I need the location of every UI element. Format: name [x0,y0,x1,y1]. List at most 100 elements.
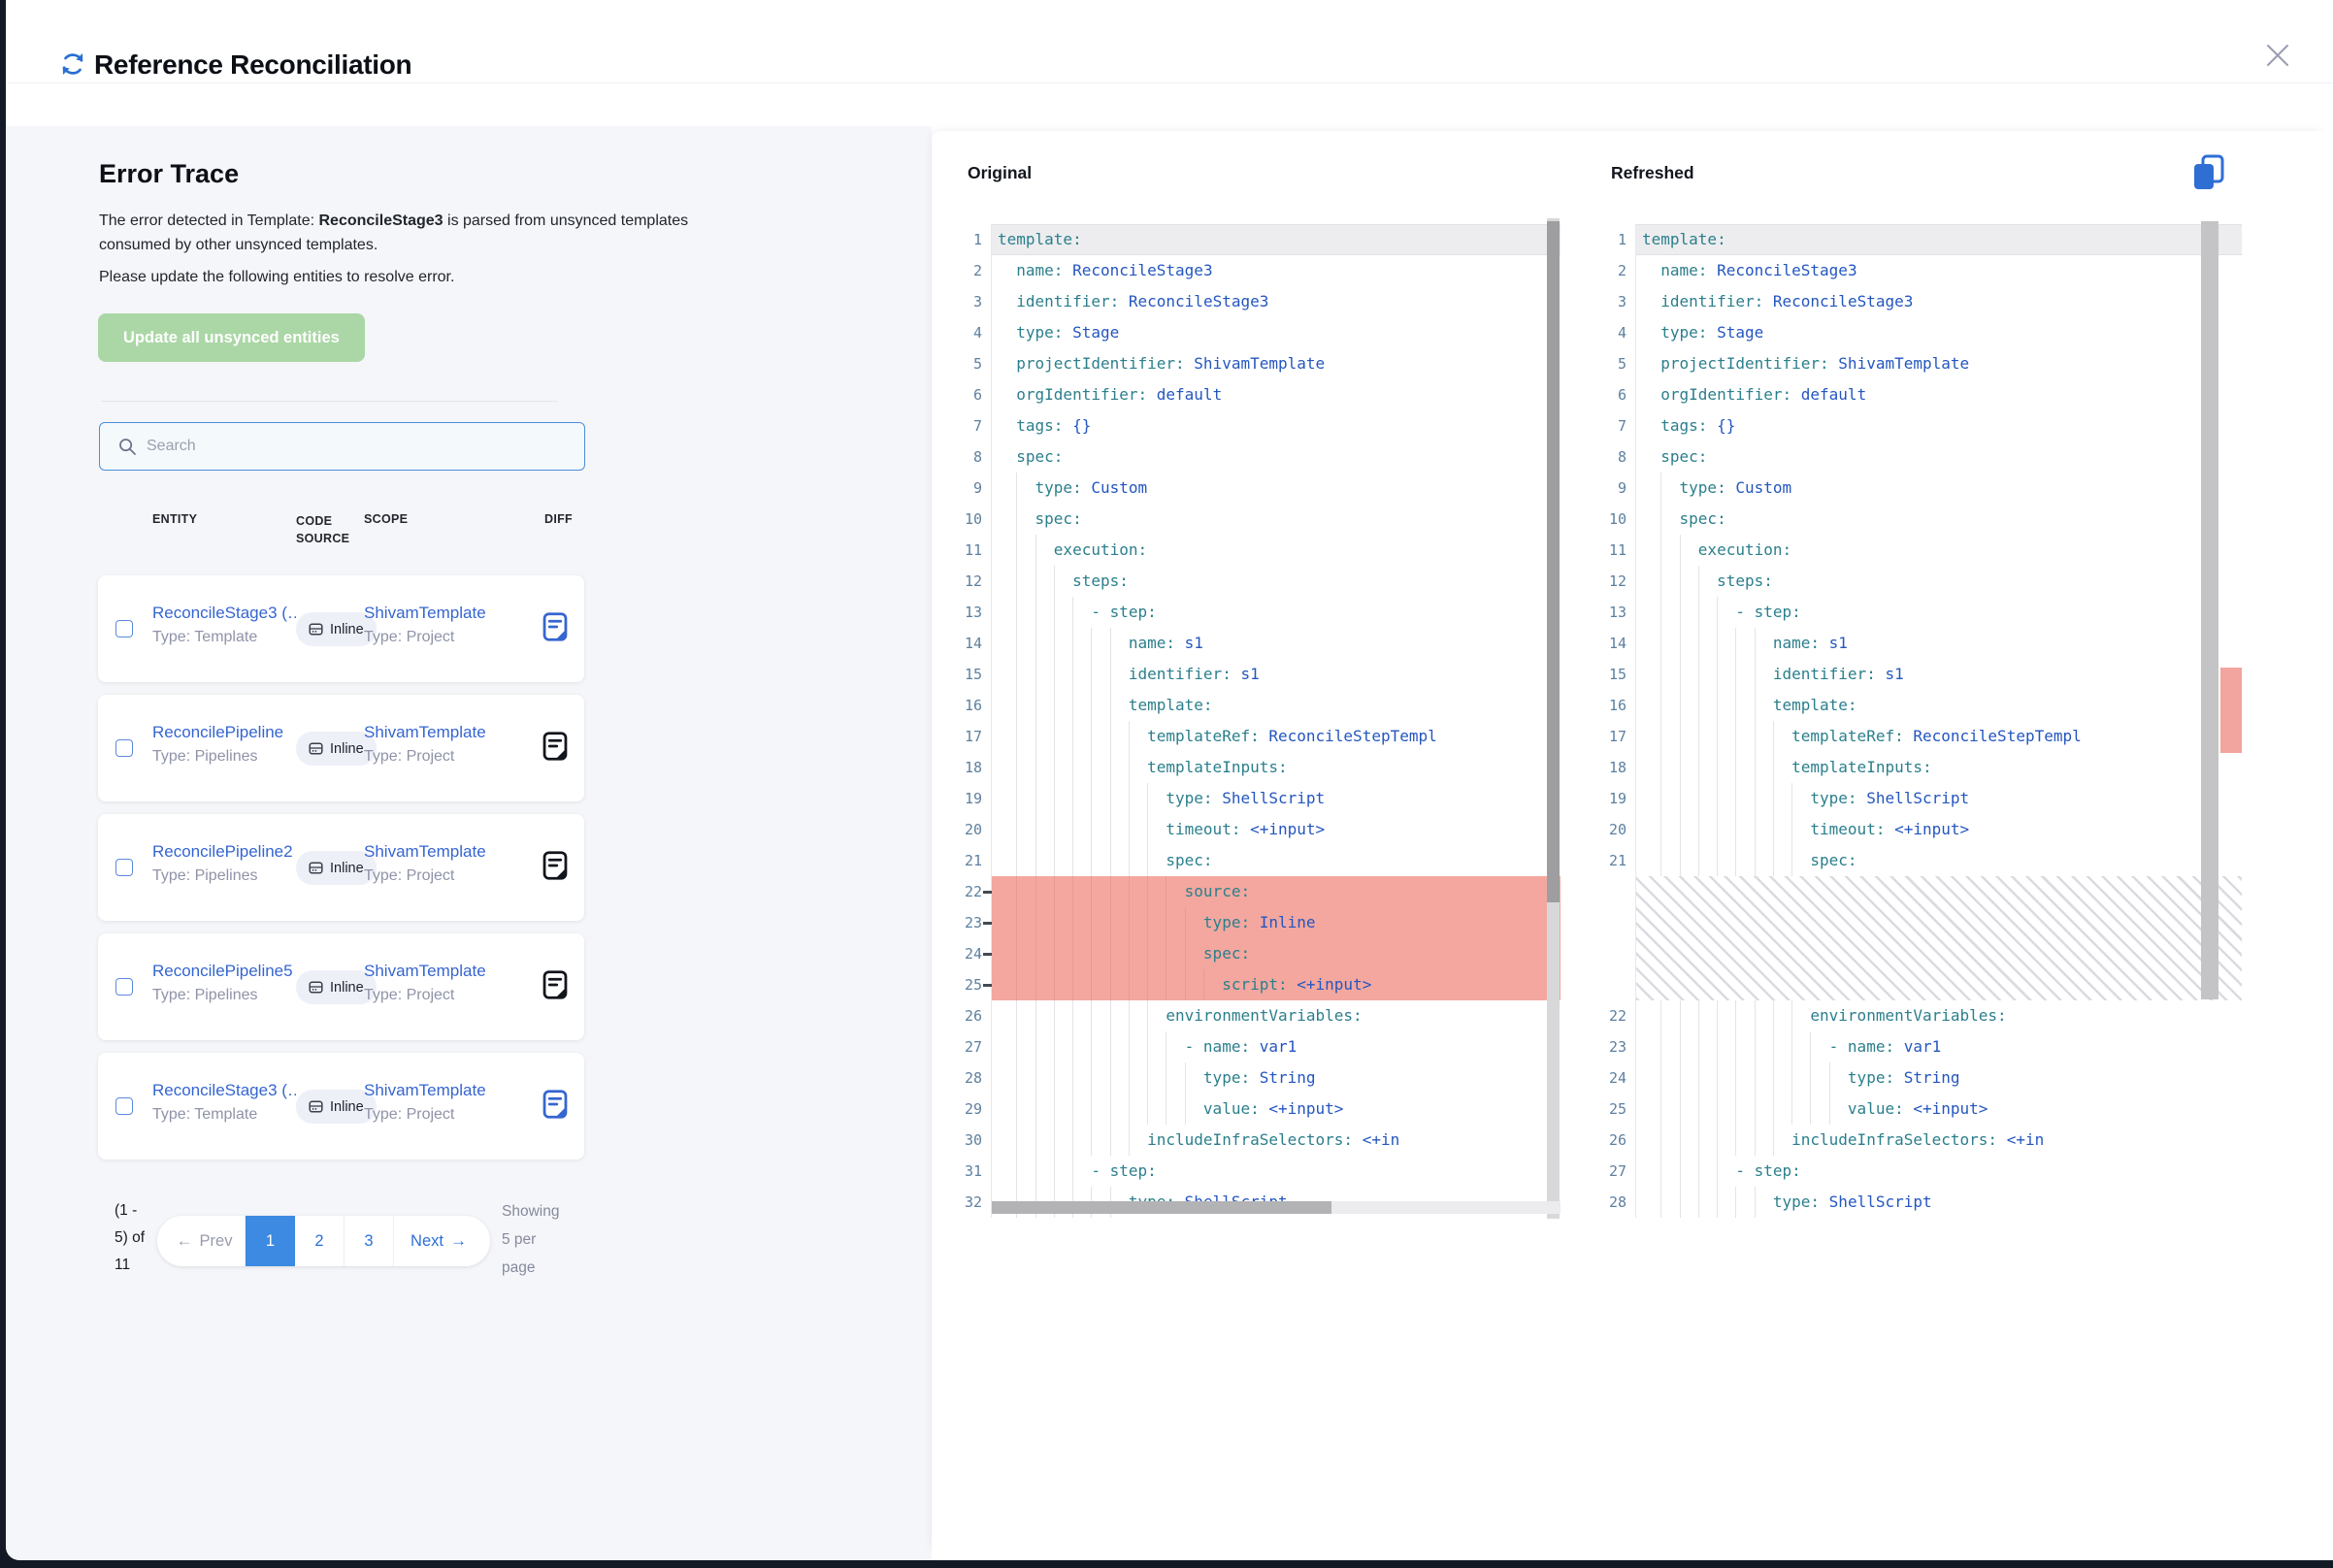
yaml-value: <+input> [1913,1099,1988,1118]
indent-guide [1147,814,1148,845]
diff-icon-button[interactable] [542,612,568,641]
code-text: execution: [992,535,1561,566]
line-number: 21 [1603,845,1636,876]
scope-name-link[interactable]: ShivamTemplate [364,842,529,862]
indent-guide [1016,504,1017,535]
table-row: ReconcileStage3 (…Type: TemplateInlineSh… [98,1053,584,1160]
search-input[interactable] [145,425,572,468]
row-checkbox[interactable] [115,1097,133,1115]
indent-guide [1054,814,1055,845]
indent-guide [1680,1031,1681,1062]
yaml-value: var1 [1904,1037,1942,1056]
diff-icon-button[interactable] [542,851,568,880]
refreshed-code-line: 12steps: [1603,566,2242,597]
indent-guide [1717,1094,1718,1125]
yaml-key: name: [1016,261,1063,279]
line-number: 10 [959,504,992,535]
refreshed-vertical-scrollbar-thumb[interactable] [2201,221,2218,999]
indent-guide [1698,566,1699,597]
indent-guide [1755,1031,1756,1062]
indent-guide [1035,845,1036,876]
indent-guide [1773,1062,1774,1094]
original-code-line: 7tags: {} [959,410,1561,441]
code-source-label: Inline [330,861,364,876]
line-number: 7 [959,410,992,441]
line-number: 8 [959,441,992,473]
indent-guide [1185,1062,1186,1094]
yaml-key: template: [1642,230,1726,248]
indent-guide [1755,1187,1756,1218]
entity-name-link[interactable]: ReconcileStage3 (… [152,604,296,623]
yaml-value: default [1157,385,1222,404]
copy-icon[interactable] [2191,153,2226,192]
indent-guide [1680,1187,1681,1218]
original-horizontal-scrollbar-thumb[interactable] [992,1201,1331,1214]
original-vertical-scrollbar-thumb[interactable] [1547,221,1560,902]
close-icon[interactable] [2261,39,2294,72]
row-checkbox[interactable] [115,978,133,996]
row-checkbox[interactable] [115,859,133,876]
prev-page-button[interactable]: ←Prev [157,1216,246,1266]
row-checkbox[interactable] [115,620,133,637]
indent-guide [1147,1031,1148,1062]
indent-guide [1698,1062,1699,1094]
indent-guide [1660,504,1661,535]
diff-icon-button[interactable] [542,732,568,761]
line-number: 15 [959,659,992,690]
scope-name-link[interactable]: ShivamTemplate [364,723,529,742]
indent-guide [1091,1062,1092,1094]
yaml-value: Stage [1072,323,1119,342]
indent-guide [1185,969,1186,1000]
code-text: includeInfraSelectors: <+in [992,1125,1561,1156]
entity-cell: ReconcilePipeline2Type: Pipelines [152,842,296,885]
indent-guide [1016,969,1017,1000]
code-text: projectIdentifier: ShivamTemplate [1636,348,2242,379]
refreshed-code-line: 22environmentVariables: [1603,1000,2242,1031]
indent-guide [1698,597,1699,628]
indent-guide [1016,1125,1017,1156]
page-button-2[interactable]: 2 [295,1216,345,1266]
indent-guide [1110,969,1111,1000]
line-number: 11 [959,535,992,566]
scope-name-link[interactable]: ShivamTemplate [364,962,529,981]
inline-source-icon [309,741,323,756]
next-page-button[interactable]: Next→ [394,1216,490,1266]
indent-guide [1147,783,1148,814]
entity-name-link[interactable]: ReconcileStage3 (… [152,1081,296,1100]
line-number: 12 [959,566,992,597]
per-page-line: Showing [502,1197,572,1225]
entity-name-link[interactable]: ReconcilePipeline2 [152,842,296,862]
indent-guide [1110,690,1111,721]
yaml-value: Inline [1260,913,1316,931]
indent-guide [1129,1094,1130,1125]
refreshed-collapsed-gap-row [1603,876,2242,1000]
entity-name-link[interactable]: ReconcilePipeline5 [152,962,296,981]
refreshed-code-line: 15identifier: s1 [1603,659,2242,690]
yaml-value: String [1904,1068,1960,1087]
update-all-unsynced-entities-button[interactable]: Update all unsynced entities [98,313,365,362]
line-number: 16 [1603,690,1636,721]
search-icon [117,437,137,456]
page-button-1[interactable]: 1 [246,1216,295,1266]
entity-name-link[interactable]: ReconcilePipeline [152,723,296,742]
indent-guide [1660,752,1661,783]
diff-icon-button[interactable] [542,970,568,999]
diff-icon-button[interactable] [542,1090,568,1119]
indent-guide [1660,690,1661,721]
scope-name-link[interactable]: ShivamTemplate [364,604,529,623]
entity-type-label: Type: Pipelines [152,987,296,1004]
indent-guide [1054,876,1055,907]
row-checkbox[interactable] [115,739,133,757]
scope-name-link[interactable]: ShivamTemplate [364,1081,529,1100]
page-button-3[interactable]: 3 [345,1216,394,1266]
refreshed-code-line: 17templateRef: ReconcileStepTempl [1603,721,2242,752]
original-code-line: 19type: ShellScript [959,783,1561,814]
section-divider [101,401,557,402]
indent-guide [1054,721,1055,752]
code-text: tags: {} [992,410,1561,441]
indent-guide [1755,721,1756,752]
indent-guide [1698,814,1699,845]
indent-guide [1773,814,1774,845]
line-number-empty [1603,876,1636,1000]
scope-cell: ShivamTemplateType: Project [364,1081,529,1124]
